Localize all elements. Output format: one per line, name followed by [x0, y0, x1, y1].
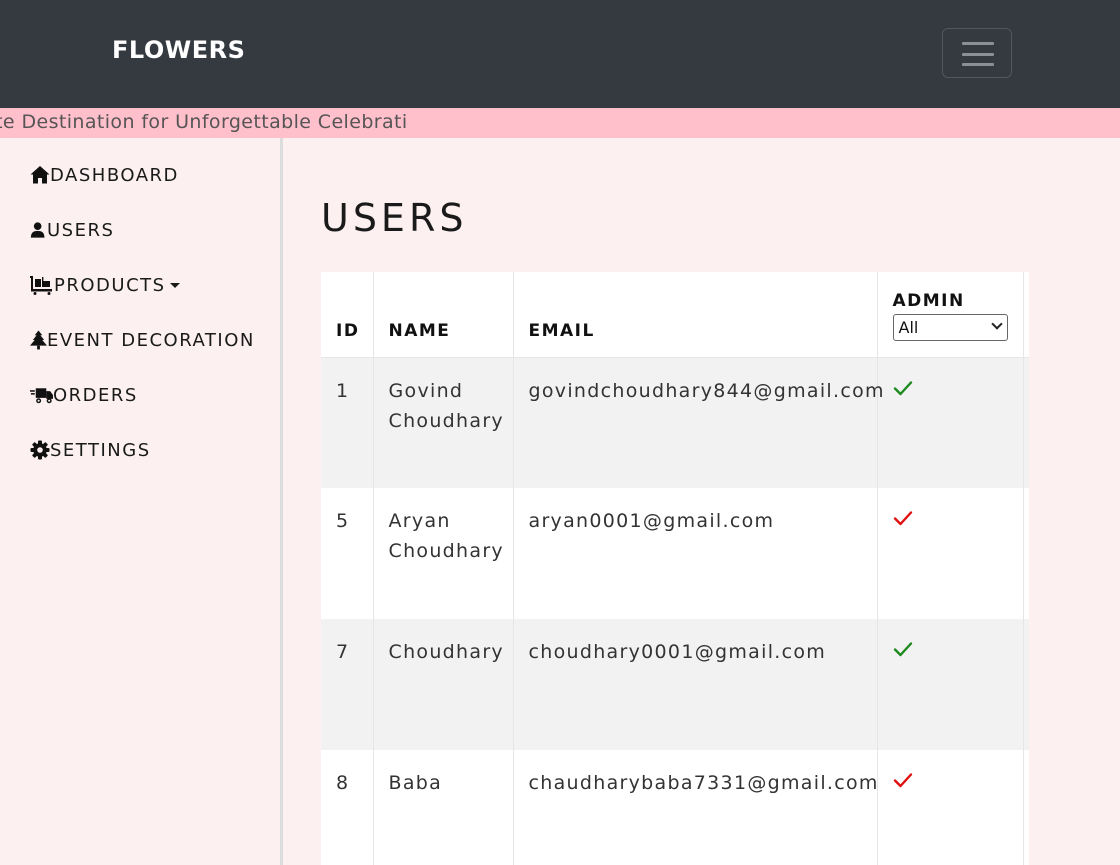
hamburger-menu-button[interactable] [942, 28, 1012, 78]
cell-id: 8 [321, 750, 374, 865]
cell-name: Choudhary [373, 619, 514, 750]
cart-icon [30, 276, 52, 295]
truck-icon [30, 388, 53, 404]
marquee-text: gance - Your Ultimate Destination for Un… [0, 111, 408, 133]
gear-icon [30, 440, 50, 460]
cell-admin [877, 357, 1024, 488]
sidebar-item-label: SETTINGS [50, 439, 151, 461]
cell-id: 1 [321, 357, 374, 488]
cell-id: 7 [321, 619, 374, 750]
sidebar-item-orders[interactable]: ORDERS [30, 382, 138, 408]
sidebar-item-label: USERS [47, 219, 115, 241]
sidebar-item-label: DASHBOARD [50, 164, 179, 186]
admin-yes-check-icon [893, 380, 912, 395]
cell-name-line: Choudhary [388, 641, 504, 663]
cell-name-line: Baba [388, 772, 443, 794]
sidebar: DASHBOARD USERS PRODUCTS EVENT DECORATIO… [0, 138, 283, 865]
cell-admin [877, 750, 1024, 865]
table-row[interactable]: 1 Govind Choudhary govindchoudhary844@gm… [321, 357, 1029, 488]
sidebar-item-label: EVENT DECORATION [47, 329, 255, 351]
admin-header-label: ADMIN [892, 290, 965, 311]
top-navbar: FLOWERS [0, 0, 1120, 108]
column-header-email: EMAIL [513, 272, 878, 358]
tree-icon [30, 330, 47, 350]
sidebar-item-event-decoration[interactable]: EVENT DECORATION [30, 327, 255, 353]
column-header-name: NAME [373, 272, 514, 358]
admin-yes-check-icon [893, 642, 912, 657]
cell-name: Aryan Choudhary [373, 488, 514, 619]
cell-admin [877, 619, 1024, 750]
cell-id: 5 [321, 488, 374, 619]
cell-email: govindchoudhary844@gmail.com [513, 357, 884, 488]
cell-name-line: Choudhary [388, 409, 504, 432]
table-row[interactable]: 5 Aryan Choudhary aryan0001@gmail.com [321, 488, 1029, 619]
user-icon [30, 222, 45, 238]
column-header-admin: ADMIN All [877, 272, 1024, 358]
home-icon [30, 166, 50, 184]
sidebar-item-label: ORDERS [53, 384, 138, 406]
admin-filter-select[interactable]: All [892, 313, 1008, 341]
table-row[interactable]: 8 Baba chaudharybaba7331@gmail.com [321, 750, 1029, 865]
sidebar-item-users[interactable]: USERS [30, 217, 114, 243]
sidebar-item-settings[interactable]: SETTINGS [30, 437, 151, 463]
admin-filter-value: All [898, 317, 919, 337]
sidebar-item-products[interactable]: PRODUCTS [30, 272, 180, 298]
announcement-marquee: gance - Your Ultimate Destination for Un… [0, 108, 1120, 138]
chevron-down-icon [990, 317, 1003, 330]
hamburger-menu-icon [962, 42, 994, 45]
brand-logo[interactable]: FLOWERS [112, 36, 245, 64]
cell-name: Govind Choudhary [373, 357, 514, 488]
table-header-row: ID NAME EMAIL ADMIN All [321, 272, 1029, 358]
users-table: ID NAME EMAIL ADMIN All 1 Govind Choudha… [321, 272, 1029, 865]
cell-name: Baba [373, 750, 514, 865]
cell-name-line: Aryan [388, 510, 451, 532]
admin-no-check-icon [893, 511, 912, 526]
cell-name-line: Choudhary [388, 540, 504, 562]
page-title: USERS [321, 196, 468, 240]
cell-admin [877, 488, 1024, 619]
cell-email: choudhary0001@gmail.com [513, 619, 878, 750]
sidebar-item-label: PRODUCTS [54, 274, 166, 296]
cell-name-line: Govind [388, 379, 464, 402]
sidebar-item-dashboard[interactable]: DASHBOARD [30, 162, 179, 188]
chevron-down-icon [169, 282, 180, 288]
table-row[interactable]: 7 Choudhary choudhary0001@gmail.com [321, 619, 1029, 750]
column-header-id: ID [321, 272, 374, 358]
cell-email: aryan0001@gmail.com [513, 488, 878, 619]
admin-no-check-icon [893, 773, 912, 788]
cell-email: chaudharybaba7331@gmail.com [513, 750, 878, 865]
